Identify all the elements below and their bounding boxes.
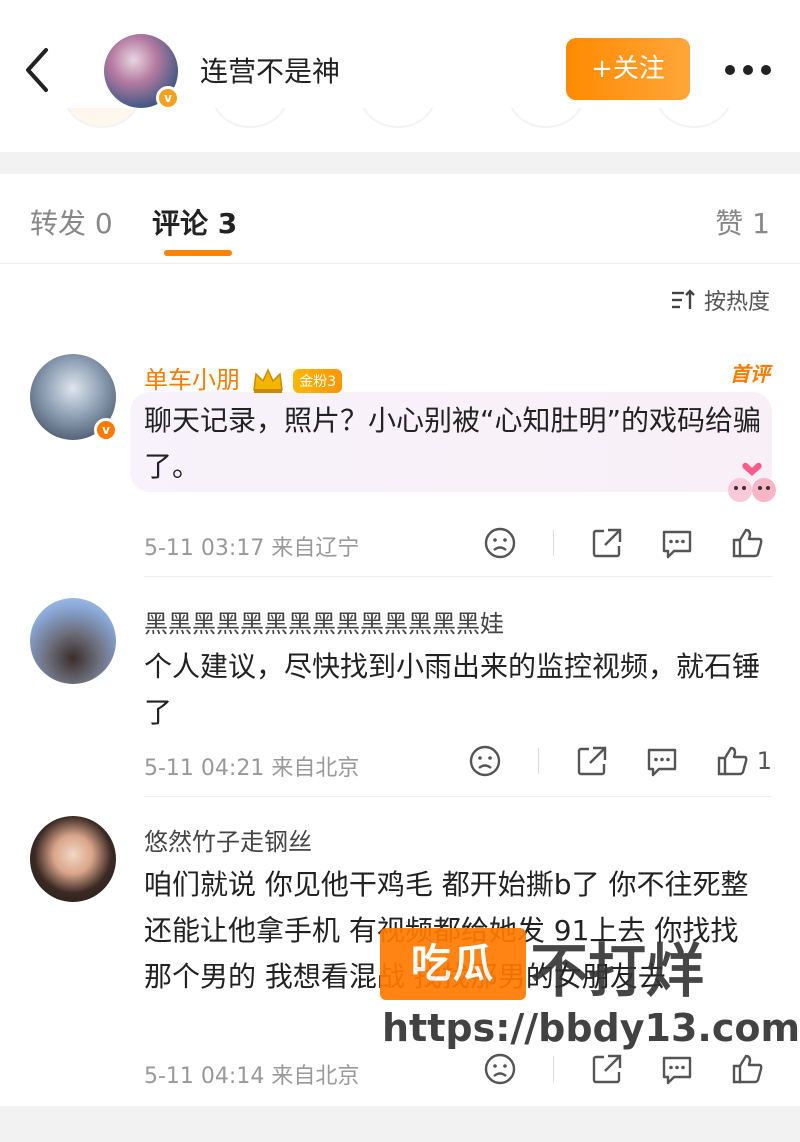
watermark-url: https://bbdy13.com <box>382 1006 800 1050</box>
comment-divider <box>144 796 772 797</box>
action-row-peek <box>0 108 800 130</box>
share-icon[interactable] <box>590 1052 624 1086</box>
like-count: 1 <box>756 747 772 775</box>
comment-actions: 1 <box>432 744 772 778</box>
commenter-avatar[interactable] <box>30 816 116 902</box>
sort-toggle[interactable]: 按热度 <box>670 284 770 316</box>
comment-meta: 5-11 04:14 来自北京 <box>144 1058 359 1090</box>
dislike-face-icon[interactable] <box>483 526 517 560</box>
commenter-name[interactable]: 黑黑黑黑黑黑黑黑黑黑黑黑黑黑娃 <box>144 604 504 639</box>
comment-text: 聊天记录，照片？小心别被“心知肚明”的戏码给骗了。 <box>144 404 762 483</box>
peek-circle <box>656 108 732 128</box>
verified-badge-icon: v <box>94 418 118 442</box>
action-separator <box>553 530 554 556</box>
verified-badge-icon: v <box>156 86 180 110</box>
reply-comment-icon[interactable] <box>645 744 679 778</box>
share-icon[interactable] <box>590 526 624 560</box>
peek-circle <box>508 108 584 128</box>
bottom-gap <box>0 1106 800 1142</box>
comment-time: 5-11 04:14 <box>144 1064 265 1089</box>
more-options-icon[interactable] <box>722 56 774 84</box>
first-comment-tag: 首评 <box>730 362 770 386</box>
commenter-name[interactable]: 悠然竹子走钢丝 <box>144 822 312 857</box>
crown-icon <box>252 368 283 393</box>
sticker-decoration-icon <box>728 462 776 502</box>
commenter-name[interactable]: 单车小朋 金粉3 <box>144 360 343 395</box>
tab-comments[interactable]: 评论 3 <box>152 202 237 242</box>
comment-time: 5-11 04:21 <box>144 756 265 781</box>
section-gap <box>0 152 800 174</box>
peek-circle <box>212 108 288 128</box>
fan-level-badge: 金粉3 <box>293 369 343 393</box>
author-avatar[interactable]: v <box>104 34 180 110</box>
like-thumb-icon[interactable] <box>730 1052 764 1086</box>
comment-meta: 5-11 03:17 来自辽宁 <box>144 530 359 562</box>
tab-likes[interactable]: 赞 1 <box>715 202 770 242</box>
commenter-avatar[interactable]: v <box>30 354 118 442</box>
comment-location: 来自北京 <box>271 1064 360 1089</box>
reply-comment-icon[interactable] <box>660 1052 694 1086</box>
like-thumb-icon[interactable] <box>730 526 764 560</box>
commenter-name-text: 单车小朋 <box>144 366 240 394</box>
active-tab-indicator <box>164 250 232 256</box>
commenter-avatar[interactable] <box>30 598 116 684</box>
comment-text: 咱们就说 你见他干鸡毛 都开始撕b了 你不往死整 还能让他拿手机 有视频都给她发… <box>144 868 749 993</box>
peek-circle <box>64 108 140 128</box>
comment-location: 来自辽宁 <box>271 536 360 561</box>
comment-meta: 5-11 04:21 来自北京 <box>144 750 359 782</box>
interaction-tabs: 转发 0 评论 3 赞 1 <box>0 174 800 264</box>
dislike-face-icon[interactable] <box>468 744 502 778</box>
comment-time: 5-11 03:17 <box>144 536 265 561</box>
comment-actions <box>447 526 772 560</box>
action-separator <box>537 748 539 774</box>
comment-actions <box>447 1052 772 1086</box>
tab-repost[interactable]: 转发 0 <box>30 202 113 242</box>
comment-text: 个人建议，尽快找到小雨出来的监控视频，就石锤了 <box>144 650 761 729</box>
comment-divider <box>144 576 772 577</box>
share-icon[interactable] <box>575 744 609 778</box>
sort-icon <box>671 289 695 309</box>
author-name[interactable]: 连营不是神 <box>200 50 340 90</box>
profile-header: v 连营不是神 +关注 <box>0 0 800 118</box>
dislike-face-icon[interactable] <box>483 1052 517 1086</box>
follow-button[interactable]: +关注 <box>566 38 690 100</box>
reply-comment-icon[interactable] <box>660 526 694 560</box>
back-arrow-icon[interactable] <box>18 42 58 98</box>
like-thumb-icon[interactable] <box>715 744 749 778</box>
action-separator <box>553 1056 554 1082</box>
peek-circle <box>360 108 436 128</box>
sort-label: 按热度 <box>703 290 770 315</box>
comment-location: 来自北京 <box>271 756 360 781</box>
